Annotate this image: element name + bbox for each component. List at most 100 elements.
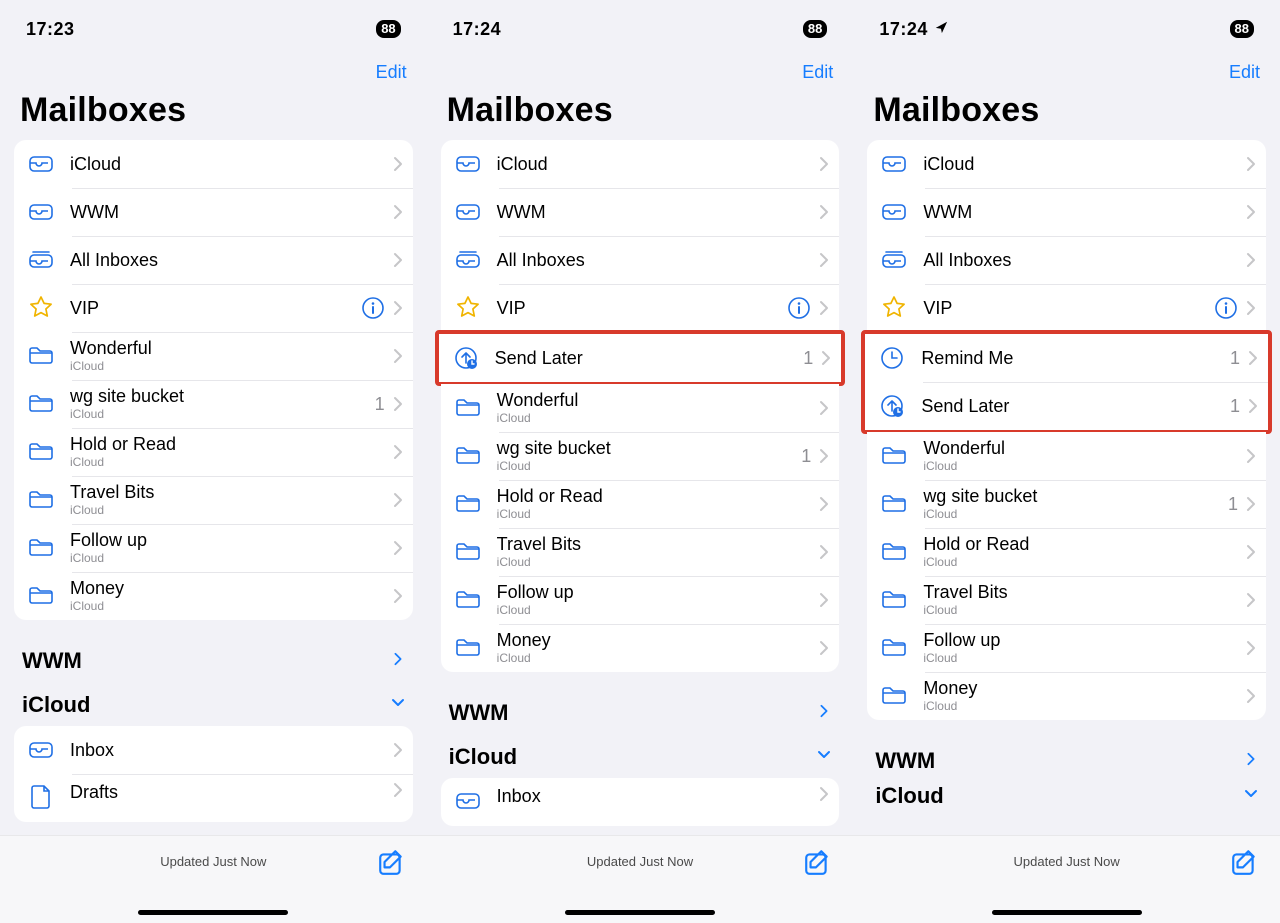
star-icon (453, 293, 483, 323)
row-label: Inbox (70, 740, 393, 761)
status-bar: 17:23 88 (0, 0, 427, 44)
toolbar: Updated Just Now (0, 835, 427, 923)
chevron-right-icon (1246, 448, 1256, 464)
mailbox-row[interactable]: VIP (441, 284, 840, 332)
folder-icon (453, 393, 483, 423)
row-label: Inbox (497, 786, 820, 807)
mailboxes-list[interactable]: iCloud WWM All Inboxes VIP (0, 140, 427, 923)
mailbox-row[interactable]: iCloud (867, 140, 1266, 188)
mailbox-row[interactable]: Money iCloud (441, 624, 840, 672)
info-icon[interactable] (787, 296, 811, 320)
mailbox-row[interactable]: All Inboxes (14, 236, 413, 284)
inbox-icon (26, 735, 56, 765)
mailbox-row[interactable]: Send Later 1 (865, 382, 1268, 430)
compose-button[interactable] (377, 848, 405, 876)
mailbox-row[interactable]: Wonderful iCloud (14, 332, 413, 380)
section-header[interactable]: WWM (14, 638, 413, 682)
mailbox-row[interactable]: Money iCloud (867, 672, 1266, 720)
section-header[interactable]: iCloud (14, 682, 413, 726)
chevron-right-icon (1246, 688, 1256, 704)
chevron-right-icon (393, 300, 403, 316)
mailbox-row[interactable]: WWM (867, 188, 1266, 236)
compose-button[interactable] (1230, 848, 1258, 876)
mailbox-row[interactable]: Hold or Read iCloud (14, 428, 413, 476)
mailboxes-list[interactable]: iCloud WWM All Inboxes VIP (853, 140, 1280, 923)
inbox-icon (879, 149, 909, 179)
mailbox-row[interactable]: Wonderful iCloud (867, 432, 1266, 480)
battery-level: 88 (376, 20, 400, 38)
section-header[interactable]: iCloud (867, 782, 1266, 808)
chevron-right-icon (393, 742, 403, 758)
info-icon[interactable] (361, 296, 385, 320)
battery-level: 88 (1230, 20, 1254, 38)
edit-button[interactable]: Edit (802, 62, 833, 83)
section-header[interactable]: iCloud (441, 734, 840, 778)
chevron-right-icon (819, 300, 829, 316)
mailbox-row[interactable]: All Inboxes (441, 236, 840, 284)
row-label: Send Later (921, 396, 1230, 417)
edit-button[interactable]: Edit (376, 62, 407, 83)
row-label: All Inboxes (70, 250, 393, 271)
mailbox-row[interactable]: WWM (441, 188, 840, 236)
sendlater-icon (451, 343, 481, 373)
mailbox-row[interactable]: Travel Bits iCloud (867, 576, 1266, 624)
mailbox-row[interactable]: wg site bucket iCloud 1 (867, 480, 1266, 528)
edit-button[interactable]: Edit (1229, 62, 1260, 83)
mailbox-row[interactable]: Remind Me 1 (865, 334, 1268, 382)
row-label: Money (923, 678, 1246, 699)
mailbox-row[interactable]: Send Later 1 (439, 334, 842, 382)
mailbox-row[interactable]: Hold or Read iCloud (867, 528, 1266, 576)
mailbox-row[interactable]: All Inboxes (867, 236, 1266, 284)
mailbox-row[interactable]: Inbox (441, 778, 840, 826)
chevron-right-icon (819, 786, 829, 802)
status-text: Updated Just Now (1014, 854, 1120, 869)
row-sublabel: iCloud (923, 508, 1228, 522)
mailbox-row[interactable]: WWM (14, 188, 413, 236)
home-indicator (138, 910, 288, 915)
mailbox-row[interactable]: Follow up iCloud (14, 524, 413, 572)
section-label: WWM (449, 700, 509, 726)
phone-screen: 17:23 88 Edit Mailboxes iCloud WWM (0, 0, 427, 923)
star-icon (879, 293, 909, 323)
row-sublabel: iCloud (70, 552, 393, 566)
chevron-right-icon (1246, 592, 1256, 608)
folder-icon (453, 633, 483, 663)
chevron-down-icon (1244, 787, 1258, 806)
mailbox-row[interactable]: Travel Bits iCloud (441, 528, 840, 576)
status-bar: 17:24 88 (853, 0, 1280, 44)
mailbox-row[interactable]: VIP (867, 284, 1266, 332)
section-label: iCloud (875, 783, 943, 808)
page-title: Mailboxes (0, 89, 427, 140)
mailboxes-list[interactable]: iCloud WWM All Inboxes VIP (427, 140, 854, 923)
section-label: WWM (22, 648, 82, 674)
toolbar: Updated Just Now (427, 835, 854, 923)
mailbox-row[interactable]: iCloud (441, 140, 840, 188)
mailbox-row[interactable]: iCloud (14, 140, 413, 188)
compose-button[interactable] (803, 848, 831, 876)
row-label: WWM (497, 202, 820, 223)
info-icon[interactable] (1214, 296, 1238, 320)
chevron-right-icon (393, 492, 403, 508)
row-label: iCloud (70, 154, 393, 175)
section-header[interactable]: WWM (441, 690, 840, 734)
row-count: 1 (1230, 348, 1240, 369)
mailbox-row[interactable]: Inbox (14, 726, 413, 774)
mailbox-row[interactable]: Hold or Read iCloud (441, 480, 840, 528)
mailbox-row[interactable]: Money iCloud (14, 572, 413, 620)
mailbox-row[interactable]: wg site bucket iCloud 1 (441, 432, 840, 480)
mailbox-row[interactable]: Drafts (14, 774, 413, 822)
mailbox-row[interactable]: Follow up iCloud (867, 624, 1266, 672)
folder-icon (26, 341, 56, 371)
mailbox-row[interactable]: Follow up iCloud (441, 576, 840, 624)
section-header[interactable]: WWM (867, 738, 1266, 782)
folder-icon (26, 389, 56, 419)
chevron-right-icon (819, 544, 829, 560)
row-label: Follow up (70, 530, 393, 551)
mailbox-row[interactable]: Wonderful iCloud (441, 384, 840, 432)
row-sublabel: iCloud (70, 408, 375, 422)
mailbox-row[interactable]: VIP (14, 284, 413, 332)
row-sublabel: iCloud (70, 456, 393, 470)
chevron-right-icon (819, 496, 829, 512)
mailbox-row[interactable]: wg site bucket iCloud 1 (14, 380, 413, 428)
mailbox-row[interactable]: Travel Bits iCloud (14, 476, 413, 524)
